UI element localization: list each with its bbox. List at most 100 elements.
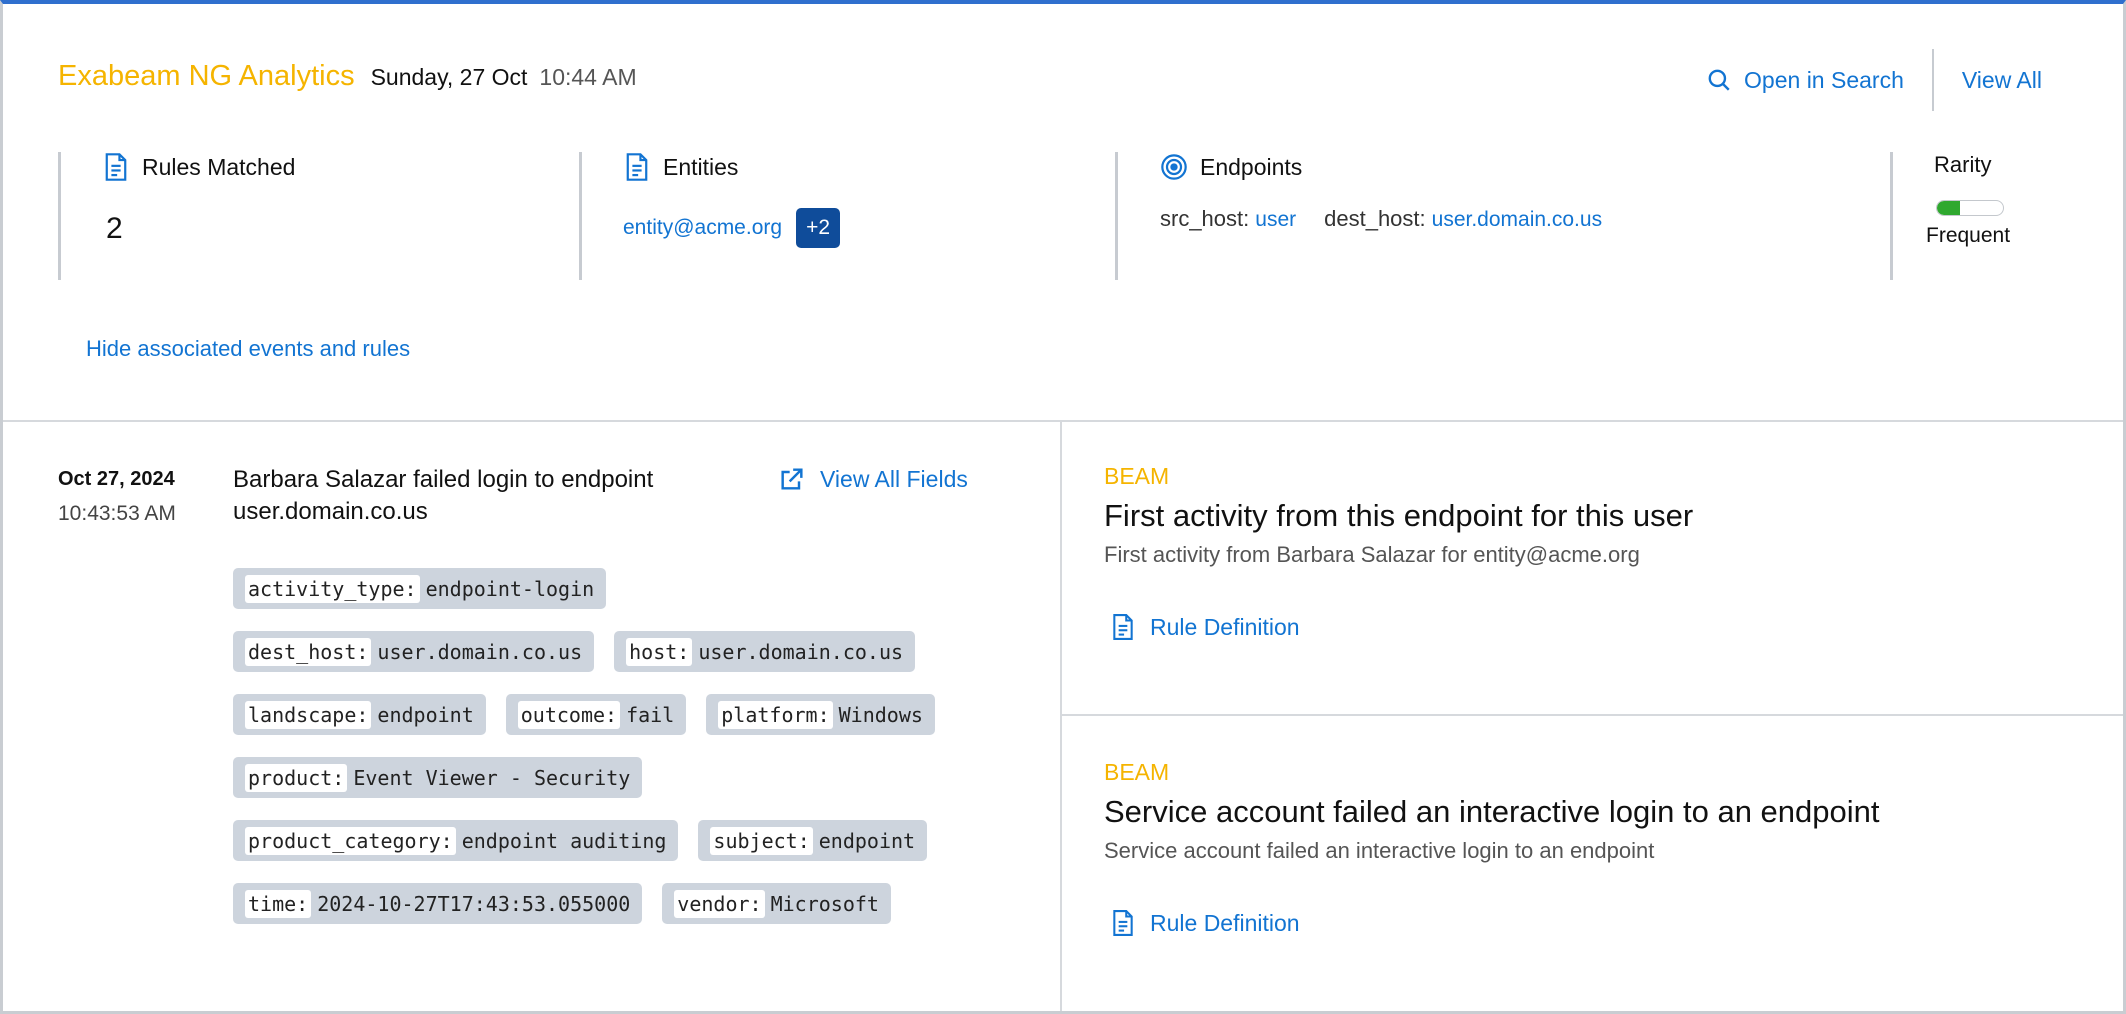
document-icon [1113, 910, 1133, 936]
rule-divider [1061, 714, 2123, 716]
rarity-label: Frequent [1926, 224, 2011, 247]
field-tag-value: endpoint-login [425, 576, 595, 601]
endpoints-title: Endpoints [1200, 153, 1303, 180]
hide-events-rules-link[interactable]: Hide associated events and rules [86, 336, 410, 362]
rarity-meter [1936, 200, 2004, 216]
endpoints-values: src_host: user dest_host: user.domain.co… [1160, 206, 1602, 232]
field-tag-key: activity_type: [245, 574, 420, 603]
rule-source: BEAM [1104, 759, 1170, 785]
rule-card: BEAM First activity from this endpoint f… [1104, 463, 1693, 642]
rule-description: Service account failed an interactive lo… [1104, 838, 1655, 863]
field-tag-value: Windows [838, 702, 923, 727]
rule-source: BEAM [1104, 463, 1170, 489]
rarity-card: Rarity Frequent [1926, 152, 2010, 280]
field-tag[interactable]: vendor: Microsoft [662, 883, 891, 924]
rule-description: First activity from Barbara Salazar for … [1104, 542, 1640, 567]
view-all-button[interactable]: View All [1962, 67, 2042, 94]
rule-card: BEAM Service account failed an interacti… [1104, 759, 1880, 938]
event-date: Oct 27, 2024 [58, 468, 175, 490]
dest-host-key: dest_host: [1324, 206, 1426, 231]
field-tag-key: host: [626, 637, 693, 666]
dest-host-link[interactable]: user.domain.co.us [1432, 208, 1602, 232]
search-icon [1708, 69, 1730, 91]
rules-matched-card: Rules Matched 2 [102, 152, 295, 280]
header-date: Sunday, 27 Oct [370, 64, 528, 90]
rarity-title: Rarity [1934, 152, 1992, 177]
src-host-link[interactable]: user [1255, 208, 1296, 232]
field-tag[interactable]: activity_type: endpoint-login [233, 568, 607, 609]
field-tag[interactable]: product_category: endpoint auditing [233, 820, 679, 861]
external-link-icon [781, 468, 803, 490]
app-name: Exabeam NG Analytics [58, 60, 355, 92]
endpoints-header: Endpoints [1160, 152, 1602, 182]
header-divider [1931, 49, 1934, 111]
field-tag-key: time: [245, 889, 312, 918]
entities-title: Entities [663, 153, 739, 180]
more-entities-badge[interactable]: +2 [796, 208, 841, 248]
open-in-search-button[interactable]: Open in Search [1706, 67, 1904, 94]
rules-matched-count: 2 [106, 212, 123, 245]
card-divider [1115, 152, 1118, 280]
field-tag[interactable]: dest_host: user.domain.co.us [233, 631, 595, 672]
event-time: 10:43:53 AM [58, 502, 176, 525]
field-tag-key: platform: [718, 700, 833, 729]
field-tag-key: dest_host: [245, 637, 372, 666]
tag-row: activity_type: endpoint-login [233, 568, 1003, 609]
rule-definition-label: Rule Definition [1150, 613, 1300, 640]
field-tag-value: user.domain.co.us [377, 639, 583, 664]
header-time: 10:44 AM [539, 64, 637, 90]
field-tag[interactable]: platform: Windows [706, 694, 935, 735]
target-icon [1161, 154, 1187, 180]
field-tag-key: vendor: [674, 889, 765, 918]
card-divider [58, 152, 61, 280]
rule-name: Service account failed an interactive lo… [1104, 794, 1880, 829]
field-tag[interactable]: landscape: endpoint [233, 694, 486, 735]
tag-row: product_category: endpoint auditing subjec… [233, 820, 1003, 861]
field-tag[interactable]: time: 2024-10-27T17:43:53.055000 [233, 883, 643, 924]
field-tag[interactable]: subject: endpoint [698, 820, 928, 861]
tag-row: time: 2024-10-27T17:43:53.055000 vendor: Mi… [233, 883, 1003, 924]
entities-card: Entities entity@acme.org +2 [623, 152, 841, 280]
tag-row: dest_host: user.domain.co.us host: user.dom… [233, 631, 1003, 672]
document-icon [626, 153, 648, 181]
section-divider [3, 420, 2123, 422]
rules-matched-header: Rules Matched [102, 152, 295, 182]
field-tag-value: user.domain.co.us [698, 639, 904, 664]
entities-header: Entities [623, 152, 840, 182]
field-tag-key: landscape: [245, 700, 372, 729]
rarity-meter-fill [1937, 201, 1961, 215]
field-tag-value: endpoint auditing [461, 828, 667, 853]
field-tag-value: Event Viewer - Security [353, 765, 631, 790]
rules-matched-title: Rules Matched [142, 153, 296, 180]
field-tag-key: product: [245, 763, 348, 792]
rule-definition-button[interactable]: Rule Definition [1110, 908, 1880, 938]
event-field-tags: activity_type: endpoint-login dest_host: us… [233, 568, 1003, 946]
tag-row: landscape: endpoint outcome: fail platform: W… [233, 694, 1003, 735]
rule-definition-label: Rule Definition [1150, 909, 1300, 936]
view-all-fields-button[interactable]: View All Fields [778, 465, 968, 493]
field-tag-value: endpoint [377, 702, 474, 727]
card-divider [1890, 152, 1893, 280]
field-tag-key: product_category: [245, 826, 456, 855]
header-actions: Open in Search View All [1706, 48, 2042, 112]
card-divider [579, 152, 582, 280]
document-icon [1113, 614, 1133, 640]
field-tag-key: outcome: [517, 700, 621, 729]
field-tag[interactable]: product: Event Viewer - Security [233, 757, 643, 798]
entities-list: entity@acme.org +2 [623, 208, 841, 248]
panel-header: Exabeam NG Analytics Sunday, 27 Oct 10:4… [58, 60, 637, 93]
rule-name: First activity from this endpoint for th… [1104, 498, 1694, 533]
rule-definition-button[interactable]: Rule Definition [1110, 612, 1693, 642]
document-icon [105, 153, 127, 181]
src-host-key: src_host: [1160, 206, 1250, 231]
column-divider [1060, 421, 1062, 1011]
field-tag-value: fail [626, 702, 675, 727]
field-tag[interactable]: outcome: fail [505, 694, 687, 735]
field-tag[interactable]: host: user.domain.co.us [614, 631, 916, 672]
field-tag-value: endpoint [818, 828, 916, 853]
field-tag-key: subject: [710, 826, 813, 855]
entity-link[interactable]: entity@acme.org [623, 216, 782, 240]
endpoints-card: Endpoints src_host: user dest_host: user… [1160, 152, 1602, 280]
field-tag-value: Microsoft [770, 891, 879, 916]
tag-row: product: Event Viewer - Security [233, 757, 1003, 798]
